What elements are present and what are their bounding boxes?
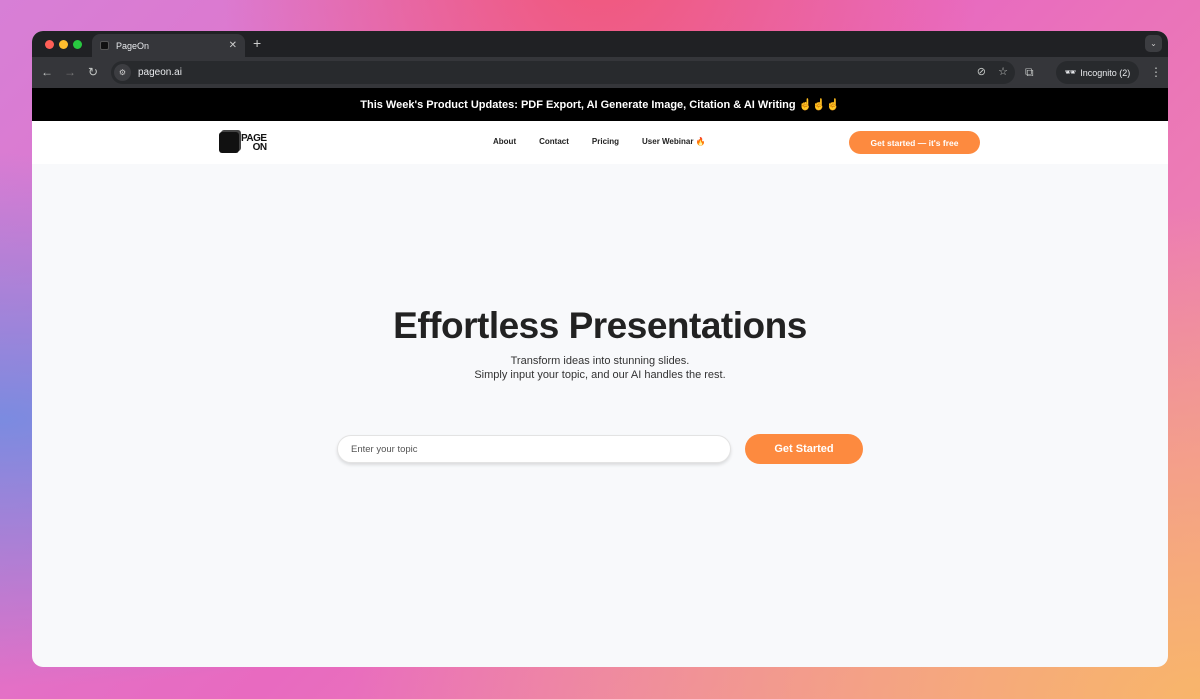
- tab-bar: PageOn ✕ + ⌄: [32, 31, 1168, 57]
- nav-about[interactable]: About: [493, 137, 516, 146]
- site-nav: PAGE ON About Contact Pricing User Webina…: [32, 121, 1168, 164]
- incognito-icon: 🕶: [1064, 67, 1077, 77]
- browser-window: PageOn ✕ + ⌄ ← → ↻ ⚙ pageon.ai ⊘ ☆ ⧉ 🕶 I…: [32, 31, 1168, 667]
- hero-title: Effortless Presentations: [393, 305, 807, 346]
- logo-text-line2: ON: [252, 141, 268, 153]
- browser-toolbar: ← → ↻ ⚙ pageon.ai ⊘ ☆ ⧉ 🕶 Incognito (2) …: [32, 57, 1168, 88]
- site-settings-icon[interactable]: ⚙: [114, 64, 131, 81]
- reload-icon[interactable]: ↻: [88, 65, 98, 79]
- browser-tab[interactable]: PageOn ✕: [92, 34, 245, 57]
- close-window-button[interactable]: [45, 40, 54, 49]
- nav-user-webinar[interactable]: User Webinar 🔥: [642, 137, 706, 146]
- new-tab-icon[interactable]: +: [253, 35, 261, 51]
- logo-cube-icon: [219, 132, 239, 153]
- topic-input[interactable]: Enter your topic: [337, 435, 731, 463]
- topic-input-placeholder: Enter your topic: [351, 443, 418, 455]
- announcement-banner[interactable]: This Week's Product Updates: PDF Export,…: [32, 88, 1168, 121]
- address-bar[interactable]: ⚙ pageon.ai ⊘ ☆: [111, 61, 1015, 84]
- incognito-button[interactable]: 🕶 Incognito (2): [1056, 61, 1139, 84]
- get-started-button[interactable]: Get Started: [745, 434, 863, 464]
- hero-subtitle-line1: Transform ideas into stunning slides.: [510, 355, 690, 367]
- tab-search-chevron-icon[interactable]: ⌄: [1145, 35, 1162, 52]
- extensions-icon[interactable]: ⧉: [1025, 65, 1034, 80]
- incognito-label: Incognito (2): [1080, 67, 1131, 78]
- tab-title: PageOn: [116, 40, 150, 51]
- menu-icon[interactable]: ⋮: [1150, 65, 1162, 79]
- forward-icon[interactable]: →: [64, 65, 76, 79]
- minimize-window-button[interactable]: [59, 40, 68, 49]
- maximize-window-button[interactable]: [73, 40, 82, 49]
- get-started-free-button[interactable]: Get started — it's free: [849, 131, 980, 154]
- close-tab-icon[interactable]: ✕: [229, 40, 237, 51]
- eye-off-icon[interactable]: ⊘: [977, 65, 986, 78]
- banner-text: This Week's Product Updates: PDF Export,…: [360, 99, 840, 111]
- url-text: pageon.ai: [138, 67, 182, 78]
- favicon-icon: [100, 41, 109, 50]
- star-icon[interactable]: ☆: [998, 65, 1008, 78]
- pageon-logo[interactable]: PAGE ON: [219, 132, 267, 153]
- nav-contact[interactable]: Contact: [539, 137, 569, 146]
- nav-pricing[interactable]: Pricing: [592, 137, 619, 146]
- back-icon[interactable]: ←: [41, 65, 53, 79]
- hero-subtitle-line2: Simply input your topic, and our AI hand…: [474, 369, 726, 381]
